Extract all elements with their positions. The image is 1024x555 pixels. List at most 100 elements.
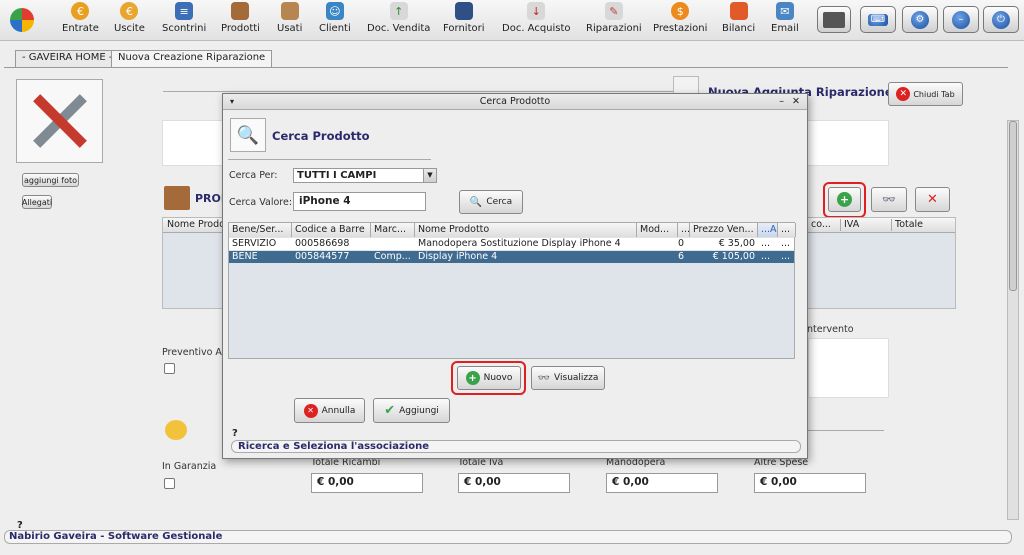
- doc-purchase-icon: ↓: [527, 2, 546, 20]
- tools-icon: [27, 88, 93, 154]
- col-extra[interactable]: ...: [778, 223, 796, 237]
- close-tab-button[interactable]: ✕ Chiudi Tab: [888, 82, 963, 106]
- repair-icon: ✎: [604, 2, 623, 20]
- row-a: ...: [761, 251, 771, 262]
- status-text: Nabirio Gaveira - Software Gestionale: [9, 531, 223, 542]
- scrollbar-thumb[interactable]: [1009, 121, 1017, 291]
- status-bar: Nabirio Gaveira - Software Gestionale: [4, 530, 1012, 544]
- row-price: € 105,00: [712, 251, 755, 262]
- search-value-input[interactable]: iPhone 4: [293, 192, 426, 211]
- altre-spese-field[interactable]: € 0,00: [754, 473, 866, 493]
- col-marca[interactable]: Marc...: [371, 223, 415, 237]
- dialog-status-text: Ricerca e Seleziona l'associazione: [238, 441, 429, 452]
- toolbar-prodotti-button[interactable]: Prodotti: [221, 2, 260, 34]
- preventivo-checkbox[interactable]: [164, 363, 175, 374]
- glasses-icon: 👓: [537, 372, 551, 384]
- row-barcode: 000586698: [295, 238, 350, 249]
- toolbar-bilanci-button[interactable]: Bilanci: [722, 2, 755, 34]
- table-row-selected[interactable]: BENE 005844577 Comp... Display iPhone 4 …: [229, 251, 794, 263]
- toolbar-entrate-button[interactable]: € Entrate: [62, 2, 99, 34]
- totals-icon: [165, 420, 187, 440]
- add-product-button[interactable]: +: [828, 187, 861, 212]
- plus-icon: +: [837, 192, 852, 207]
- intervento-area[interactable]: [808, 338, 889, 398]
- dialog-close-icon[interactable]: ✕: [792, 94, 800, 110]
- row-barcode: 005844577: [295, 251, 350, 262]
- col-nome-prodotto[interactable]: Nome Prodotto: [415, 223, 637, 237]
- tab-nuova-creazione-riparazione[interactable]: Nuova Creazione Riparazione: [111, 50, 273, 67]
- minimize-icon: –: [952, 10, 970, 29]
- power-button[interactable]: ⏻: [983, 6, 1019, 33]
- row-b: ...: [781, 251, 791, 262]
- keyboard-button[interactable]: ⌨: [860, 6, 896, 33]
- view-button[interactable]: 👓 Visualizza: [531, 366, 605, 390]
- col-a[interactable]: ...A: [758, 223, 778, 237]
- toolbar-scontrini-button[interactable]: ≡ Scontrini: [162, 2, 206, 34]
- row-name: Manodopera Sostituzione Display iPhone 4: [418, 238, 621, 249]
- search-icon: 🔍: [469, 196, 483, 208]
- supplier-icon: [454, 2, 473, 20]
- manodopera-field[interactable]: € 0,00: [606, 473, 718, 493]
- search-by-select[interactable]: TUTTI I CAMPI ▼: [293, 168, 437, 183]
- row-brand: [371, 238, 415, 250]
- settings-button[interactable]: ⚙: [902, 6, 938, 33]
- col-qty[interactable]: ...: [678, 223, 690, 237]
- toolbar-riparazioni-button[interactable]: ✎ Riparazioni: [586, 2, 642, 34]
- tab-gaveira-home[interactable]: - GAVEIRA HOME -: [15, 50, 120, 67]
- add-button[interactable]: ✔ Aggiungi: [373, 398, 450, 423]
- power-icon: ⏻: [992, 10, 1010, 29]
- table-row[interactable]: SERVIZIO 000586698 Manodopera Sostituzio…: [229, 238, 794, 250]
- keyboard-icon: ⌨: [868, 13, 888, 26]
- row-type: BENE: [232, 251, 258, 262]
- products-icon: [164, 186, 190, 210]
- row-type: SERVIZIO: [232, 238, 277, 249]
- magnifier-icon: 🔍: [236, 124, 260, 146]
- dialog-status-question: ?: [232, 428, 238, 439]
- view-product-button[interactable]: 👓: [871, 187, 907, 212]
- totale-ricambi-field[interactable]: € 0,00: [311, 473, 423, 493]
- toolbar-fornitori-button[interactable]: Fornitori: [443, 2, 485, 34]
- toolbar-doc-vendita-button[interactable]: ↑ Doc. Vendita: [367, 2, 430, 34]
- boxes-icon: [231, 2, 250, 20]
- dialog-titlebar: ▾ Cerca Prodotto – ✕: [223, 94, 807, 110]
- chevron-down-icon: ▼: [423, 169, 436, 182]
- col-prezzo-vendita[interactable]: Prezzo Ven...: [690, 223, 758, 237]
- results-table[interactable]: Bene/Ser... Codice a Barre Marc... Nome …: [228, 222, 796, 359]
- gear-icon: ⚙: [911, 10, 929, 29]
- coins-out-icon: €: [120, 2, 139, 20]
- coins-icon: €: [71, 2, 90, 20]
- toolbar-prestazioni-button[interactable]: $ Prestazioni: [653, 2, 707, 34]
- row-a: ...: [761, 238, 771, 249]
- dialog-minimize-icon[interactable]: –: [779, 94, 784, 110]
- service-icon: $: [671, 2, 690, 20]
- in-garanzia-checkbox[interactable]: [164, 478, 175, 489]
- totale-iva-field[interactable]: € 0,00: [458, 473, 570, 493]
- row-name: Display iPhone 4: [418, 251, 498, 262]
- cash-register-button[interactable]: [817, 6, 851, 33]
- header-divider: [163, 91, 683, 92]
- cancel-button[interactable]: ✕ Annulla: [294, 398, 365, 423]
- app-logo-icon: [10, 8, 34, 32]
- col-codice-barre[interactable]: Codice a Barre: [292, 223, 371, 237]
- toolbar-uscite-button[interactable]: € Uscite: [114, 2, 145, 34]
- check-icon: ✔: [384, 403, 396, 418]
- minimize-button[interactable]: –: [943, 6, 979, 33]
- col-modello[interactable]: Mod...: [637, 223, 678, 237]
- toolbar-doc-acquisto-button[interactable]: ↓ Doc. Acquisto: [502, 2, 571, 34]
- attachments-button[interactable]: Allegati: [22, 195, 52, 209]
- remove-product-button[interactable]: ✕: [915, 187, 950, 212]
- new-product-button[interactable]: + Nuovo: [457, 366, 521, 390]
- glasses-icon: 👓: [882, 193, 896, 206]
- col-totale: Totale: [891, 219, 926, 231]
- dialog-heading-icon: 🔍: [230, 118, 266, 152]
- toolbar-usati-button[interactable]: Usati: [277, 2, 302, 34]
- dialog-menu-icon[interactable]: ▾: [230, 94, 234, 110]
- main-scrollbar[interactable]: [1007, 120, 1019, 520]
- receipt-icon: ≡: [175, 2, 194, 20]
- search-button[interactable]: 🔍 Cerca: [459, 190, 523, 214]
- col-bene-servizio[interactable]: Bene/Ser...: [229, 223, 292, 237]
- delete-icon: ✕: [927, 192, 938, 207]
- toolbar-email-button[interactable]: ✉ Email: [771, 2, 799, 34]
- toolbar-clienti-button[interactable]: ☺ Clienti: [319, 2, 351, 34]
- add-photo-button[interactable]: aggiungi foto: [22, 173, 79, 187]
